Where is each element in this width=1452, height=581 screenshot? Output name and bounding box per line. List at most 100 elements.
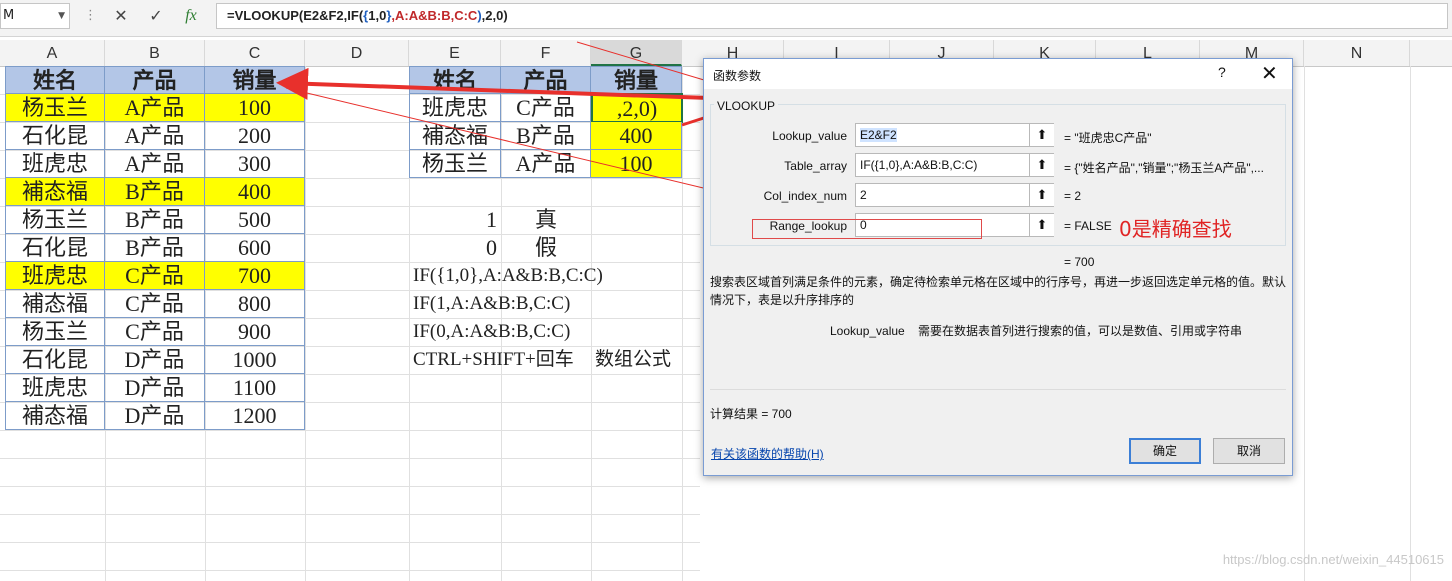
cancel-icon[interactable]: ✕ xyxy=(108,4,134,28)
lookup-value-input[interactable]: E2&F2 xyxy=(855,123,1054,147)
table-cell[interactable]: C产品 xyxy=(501,94,591,122)
table-cell[interactable]: 100 xyxy=(205,94,305,122)
param-result: = 2 xyxy=(1064,189,1082,203)
table-cell[interactable]: C产品 xyxy=(105,290,205,318)
table-cell[interactable]: 600 xyxy=(205,234,305,262)
note-cell[interactable]: 真 xyxy=(501,206,591,234)
formula-input[interactable]: =VLOOKUP(E2&F2,IF({1,0},A:A&B:B,C:C),2,0… xyxy=(216,3,1448,29)
collapse-icon[interactable]: ⬆ xyxy=(1029,154,1054,176)
collapse-icon[interactable]: ⬆ xyxy=(1029,124,1054,146)
param-label: Table_array xyxy=(784,159,847,173)
insert-function-icon[interactable]: fx xyxy=(178,4,204,28)
name-box-value: M xyxy=(3,8,15,23)
table-cell[interactable]: A产品 xyxy=(105,150,205,178)
table-cell[interactable]: 1000 xyxy=(205,346,305,374)
table-cell[interactable]: A产品 xyxy=(105,94,205,122)
active-cell[interactable]: ,2,0) xyxy=(591,93,683,123)
column-header-c[interactable]: C xyxy=(205,40,305,66)
ok-button[interactable]: 确定 xyxy=(1129,438,1201,464)
table-cell[interactable]: 補态福 xyxy=(5,402,105,430)
help-icon[interactable]: ? xyxy=(1218,64,1226,80)
help-link[interactable]: 有关该函数的帮助(H) xyxy=(711,445,824,462)
table-cell[interactable]: 班虎忠 xyxy=(5,262,105,290)
cancel-button[interactable]: 取消 xyxy=(1213,438,1285,464)
table-cell[interactable]: 班虎忠 xyxy=(5,150,105,178)
table-cell[interactable]: B产品 xyxy=(105,178,205,206)
param-help-text: 需要在数据表首列进行搜索的值，可以是数值、引用或字符串 xyxy=(918,324,1243,338)
header-cell-qty[interactable]: 销量 xyxy=(591,66,682,94)
column-header-b[interactable]: B xyxy=(105,40,205,66)
name-box[interactable]: M ▼ xyxy=(0,3,70,29)
collapse-icon[interactable]: ⬆ xyxy=(1029,214,1054,236)
column-header-a[interactable]: A xyxy=(0,40,105,66)
formula-part: ,A:A&B:B,C:C xyxy=(391,8,478,23)
table-cell[interactable]: 杨玉兰 xyxy=(409,150,501,178)
table-cell[interactable]: C产品 xyxy=(105,318,205,346)
table-cell[interactable]: 補态福 xyxy=(409,122,501,150)
column-header-d[interactable]: D xyxy=(305,40,409,66)
table-cell[interactable]: 補态福 xyxy=(5,178,105,206)
table-cell[interactable]: 班虎忠 xyxy=(409,94,501,122)
table-cell[interactable]: 800 xyxy=(205,290,305,318)
header-cell-product[interactable]: 产品 xyxy=(501,66,591,94)
table-cell[interactable]: 1100 xyxy=(205,374,305,402)
header-cell-name[interactable]: 姓名 xyxy=(5,66,105,94)
column-header-n[interactable]: N xyxy=(1304,40,1410,66)
table-cell[interactable]: 石化昆 xyxy=(5,346,105,374)
table-cell[interactable]: 1200 xyxy=(205,402,305,430)
table-array-input[interactable]: IF({1,0},A:A&B:B,C:C) xyxy=(855,153,1054,177)
table-cell[interactable]: 杨玉兰 xyxy=(5,206,105,234)
param-label: Lookup_value xyxy=(772,129,847,143)
table-cell[interactable]: B产品 xyxy=(105,206,205,234)
table-cell[interactable]: 200 xyxy=(205,122,305,150)
column-header-g[interactable]: G xyxy=(591,40,682,66)
note-cell[interactable]: CTRL+SHIFT+回车 xyxy=(409,346,574,374)
table-cell[interactable]: A产品 xyxy=(105,122,205,150)
header-cell-qty[interactable]: 销量 xyxy=(205,66,305,94)
note-cell[interactable]: IF(0,A:A&B:B,C:C) xyxy=(409,318,570,346)
note-cell[interactable]: 数组公式 xyxy=(591,346,682,374)
note-cell[interactable]: IF({1,0},A:A&B:B,C:C) xyxy=(409,262,603,290)
close-icon[interactable]: ✕ xyxy=(1261,61,1278,86)
table-cell[interactable]: D产品 xyxy=(105,402,205,430)
table-cell[interactable]: B产品 xyxy=(501,122,591,150)
table-cell[interactable]: A产品 xyxy=(501,150,591,178)
table-cell[interactable]: 補态福 xyxy=(5,290,105,318)
table-cell[interactable]: D产品 xyxy=(105,346,205,374)
chevron-down-icon[interactable]: ▼ xyxy=(58,4,65,28)
more-icon: ⋮ xyxy=(84,8,97,23)
column-header-f[interactable]: F xyxy=(501,40,591,66)
collapse-icon[interactable]: ⬆ xyxy=(1029,184,1054,206)
table-cell[interactable]: 杨玉兰 xyxy=(5,318,105,346)
col-index-input[interactable]: 2 xyxy=(855,183,1054,207)
table-cell[interactable]: 石化昆 xyxy=(5,122,105,150)
param-result: = FALSE xyxy=(1064,219,1112,233)
function-result: = 700 xyxy=(1064,255,1095,269)
divider xyxy=(710,389,1286,390)
table-cell[interactable]: 石化昆 xyxy=(5,234,105,262)
table-cell[interactable]: 700 xyxy=(205,262,305,290)
table-cell[interactable]: 900 xyxy=(205,318,305,346)
note-cell[interactable]: 0 xyxy=(409,234,501,262)
column-header-e[interactable]: E xyxy=(409,40,501,66)
formula-part: 1,0 xyxy=(368,8,387,23)
header-cell-name[interactable]: 姓名 xyxy=(409,66,501,94)
note-cell[interactable]: 假 xyxy=(501,234,591,262)
formula-part: =VLOOKUP(E2&F2,IF( xyxy=(227,8,364,23)
note-cell[interactable]: IF(1,A:A&B:B,C:C) xyxy=(409,290,570,318)
enter-icon[interactable]: ✓ xyxy=(143,4,169,28)
dialog-titlebar: 函数参数 ? ✕ xyxy=(704,59,1292,89)
table-cell[interactable]: 100 xyxy=(591,150,682,178)
table-cell[interactable]: 400 xyxy=(591,122,682,150)
table-cell[interactable]: C产品 xyxy=(105,262,205,290)
table-cell[interactable]: B产品 xyxy=(105,234,205,262)
header-cell-product[interactable]: 产品 xyxy=(105,66,205,94)
table-cell[interactable]: 400 xyxy=(205,178,305,206)
table-cell[interactable]: 500 xyxy=(205,206,305,234)
table-cell[interactable]: 杨玉兰 xyxy=(5,94,105,122)
note-cell[interactable]: 1 xyxy=(409,206,501,234)
table-cell[interactable]: 300 xyxy=(205,150,305,178)
table-cell[interactable]: 班虎忠 xyxy=(5,374,105,402)
table-cell[interactable]: D产品 xyxy=(105,374,205,402)
param-result: = "班虎忠C产品" xyxy=(1064,131,1152,145)
